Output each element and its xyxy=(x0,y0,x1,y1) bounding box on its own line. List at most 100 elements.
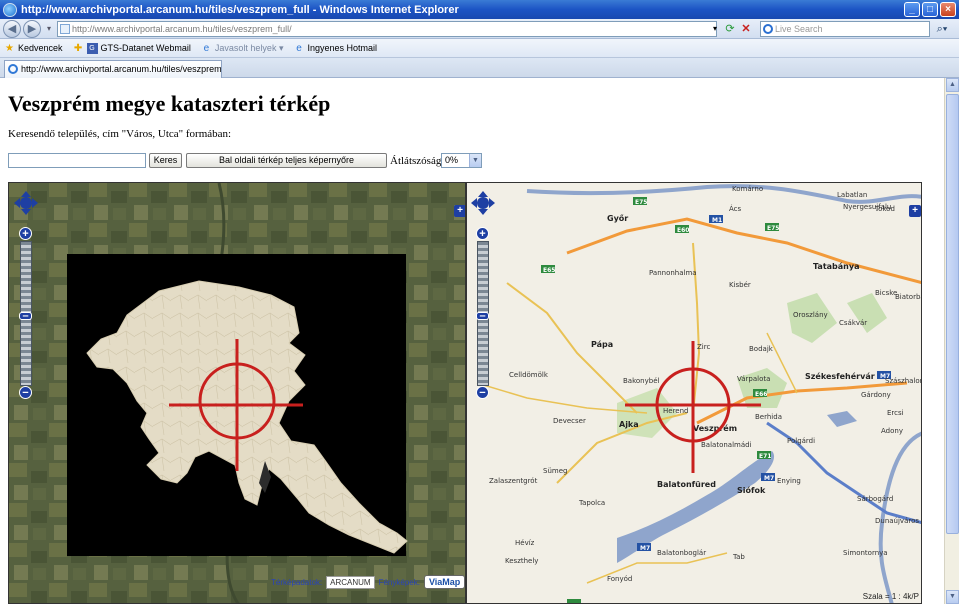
svg-text:Ercsi: Ercsi xyxy=(887,409,904,417)
favorite-link-suggested[interactable]: e Javasolt helyek ▾ xyxy=(201,43,284,54)
left-map-canvas xyxy=(9,183,465,603)
svg-text:E60: E60 xyxy=(677,227,689,234)
search-icon[interactable]: ⌕▾ xyxy=(932,22,952,36)
maximize-button[interactable]: □ xyxy=(922,2,938,17)
address-field[interactable]: http://www.archivportal.arcanum.hu/tiles… xyxy=(57,21,717,37)
minimize-button[interactable]: _ xyxy=(904,2,920,17)
search-instructions: Keresendő település, cím "Város, Utca" f… xyxy=(8,128,232,140)
svg-text:Tapolca: Tapolca xyxy=(578,499,605,507)
expand-overlay-icon[interactable]: + xyxy=(909,205,921,217)
zoom-thumb[interactable]: – xyxy=(19,311,32,322)
svg-text:Zalaszentgrót: Zalaszentgrót xyxy=(489,477,538,485)
left-map-cadastral[interactable]: + – − + Térképadatok: ARCANUM Fényképek:… xyxy=(8,182,466,604)
svg-text:Bicske: Bicske xyxy=(875,289,897,297)
svg-text:Devecser: Devecser xyxy=(553,417,586,425)
pan-control-icon[interactable] xyxy=(14,191,38,215)
page-icon xyxy=(60,24,70,34)
svg-text:E66: E66 xyxy=(755,391,767,398)
svg-text:Fonyód: Fonyód xyxy=(607,575,632,583)
svg-text:Kisbér: Kisbér xyxy=(729,281,751,289)
svg-text:Keszthely: Keszthely xyxy=(505,557,538,565)
mail-icon: G xyxy=(86,42,98,54)
page-title: Veszprém megye kataszteri térkép xyxy=(8,91,331,116)
chevron-down-icon: ▼ xyxy=(469,154,481,167)
svg-text:Oroszlány: Oroszlány xyxy=(793,311,828,319)
zoom-in-button[interactable]: + xyxy=(476,227,489,240)
svg-text:Hévíz: Hévíz xyxy=(515,539,535,547)
favorites-bar: ★ Kedvencek ✚ G GTS-Datanet Webmail e Ja… xyxy=(0,39,959,58)
favorites-button[interactable]: ★ Kedvencek xyxy=(4,43,63,54)
svg-text:Tab: Tab xyxy=(732,553,745,561)
search-button[interactable]: Keres xyxy=(149,153,182,168)
pan-control-icon[interactable] xyxy=(471,191,495,215)
scroll-up-icon[interactable]: ▲ xyxy=(946,78,959,92)
ie-icon xyxy=(3,2,17,17)
ie-icon: e xyxy=(203,42,210,54)
svg-text:Csákvár: Csákvár xyxy=(839,319,867,327)
refresh-icon[interactable]: ⟳ xyxy=(723,22,737,36)
scroll-down-icon[interactable]: ▼ xyxy=(946,590,959,604)
scroll-thumb[interactable] xyxy=(946,94,959,534)
page-scrollbar[interactable]: ▲ ▼ xyxy=(944,78,959,604)
tab-veszprem-full[interactable]: http://www.archivportal.arcanum.hu/tiles… xyxy=(4,60,222,78)
svg-text:Veszprém: Veszprém xyxy=(693,423,737,433)
search-field[interactable]: Live Search xyxy=(760,21,930,37)
window-titlebar: http://www.archivportal.arcanum.hu/tiles… xyxy=(0,0,959,19)
svg-text:Labatlan: Labatlan xyxy=(837,191,867,199)
svg-text:E75: E75 xyxy=(635,199,647,206)
close-button[interactable]: × xyxy=(940,2,956,17)
svg-text:Ács: Ács xyxy=(729,204,742,213)
svg-text:Balatonalmádi: Balatonalmádi xyxy=(701,441,752,449)
svg-text:Polgárdi: Polgárdi xyxy=(787,437,815,445)
svg-text:Pápa: Pápa xyxy=(591,340,613,349)
history-dropdown-icon[interactable]: ▾ xyxy=(42,22,56,36)
expand-overlay-icon[interactable]: + xyxy=(454,205,465,217)
svg-text:M1: M1 xyxy=(712,217,722,224)
favorite-link-hotmail[interactable]: e Ingyenes Hotmail xyxy=(293,43,377,54)
svg-text:Biatorbágy: Biatorbágy xyxy=(895,293,922,301)
fullscreen-button[interactable]: Bal oldali térkép teljes képernyőre xyxy=(186,153,387,168)
page-content: Veszprém megye kataszteri térkép Keresen… xyxy=(0,78,944,604)
opacity-select[interactable]: 0% ▼ xyxy=(441,153,482,168)
svg-text:E75: E75 xyxy=(767,225,779,232)
back-button[interactable]: ◀ xyxy=(3,20,21,38)
stop-icon[interactable]: ✕ xyxy=(739,22,753,36)
svg-text:Tokod: Tokod xyxy=(874,205,895,213)
window-title: http://www.archivportal.arcanum.hu/tiles… xyxy=(21,3,459,16)
ie-icon: e xyxy=(296,42,302,54)
svg-text:Balatonfüred: Balatonfüred xyxy=(657,480,716,489)
svg-text:Dunaújváros: Dunaújváros xyxy=(875,517,919,525)
svg-text:E71: E71 xyxy=(759,453,771,460)
svg-text:Enying: Enying xyxy=(777,477,801,485)
svg-text:Győr: Győr xyxy=(607,214,628,223)
svg-text:Celldömölk: Celldömölk xyxy=(509,371,549,379)
star-icon: ★ xyxy=(5,42,14,54)
favorite-link-webmail[interactable]: ✚ G GTS-Datanet Webmail xyxy=(73,42,191,54)
zoom-out-button[interactable]: − xyxy=(19,386,32,399)
svg-text:Bakonybél: Bakonybél xyxy=(623,377,660,385)
svg-text:Sárbogárd: Sárbogárd xyxy=(857,495,893,503)
svg-text:Siófok: Siófok xyxy=(737,485,766,495)
svg-text:Ajka: Ajka xyxy=(619,420,639,429)
svg-text:Komárno: Komárno xyxy=(732,185,763,193)
zoom-in-button[interactable]: + xyxy=(19,227,32,240)
location-search-input[interactable] xyxy=(8,153,146,168)
address-dropdown-icon[interactable]: ▾ xyxy=(708,22,722,36)
zoom-out-button[interactable]: − xyxy=(476,386,489,399)
svg-text:Bodajk: Bodajk xyxy=(749,345,774,353)
map-scale: Szala = 1 : 4k/P xyxy=(862,592,919,601)
svg-text:Szászhalombatta: Szászhalombatta xyxy=(885,377,922,385)
zoom-thumb[interactable]: – xyxy=(476,311,489,322)
arcanum-logo[interactable]: ARCANUM xyxy=(326,575,375,589)
svg-text:M7: M7 xyxy=(640,545,650,552)
forward-button[interactable]: ▶ xyxy=(23,20,41,38)
viamap-logo[interactable]: ViaMap xyxy=(423,575,465,589)
address-toolbar: ◀ ▶ ▾ http://www.archivportal.arcanum.hu… xyxy=(0,19,959,39)
live-search-icon xyxy=(763,24,773,34)
svg-text:M7: M7 xyxy=(764,475,774,482)
right-map-road[interactable]: E75 E60 M1 E65 E75 E66 M7 M7 E71 M7 Komá… xyxy=(466,182,922,604)
svg-text:Herend: Herend xyxy=(663,407,688,415)
svg-text:Tatabánya: Tatabánya xyxy=(813,262,859,271)
svg-text:Várpalota: Várpalota xyxy=(737,375,770,383)
svg-text:Székesfehérvár: Székesfehérvár xyxy=(805,371,875,381)
